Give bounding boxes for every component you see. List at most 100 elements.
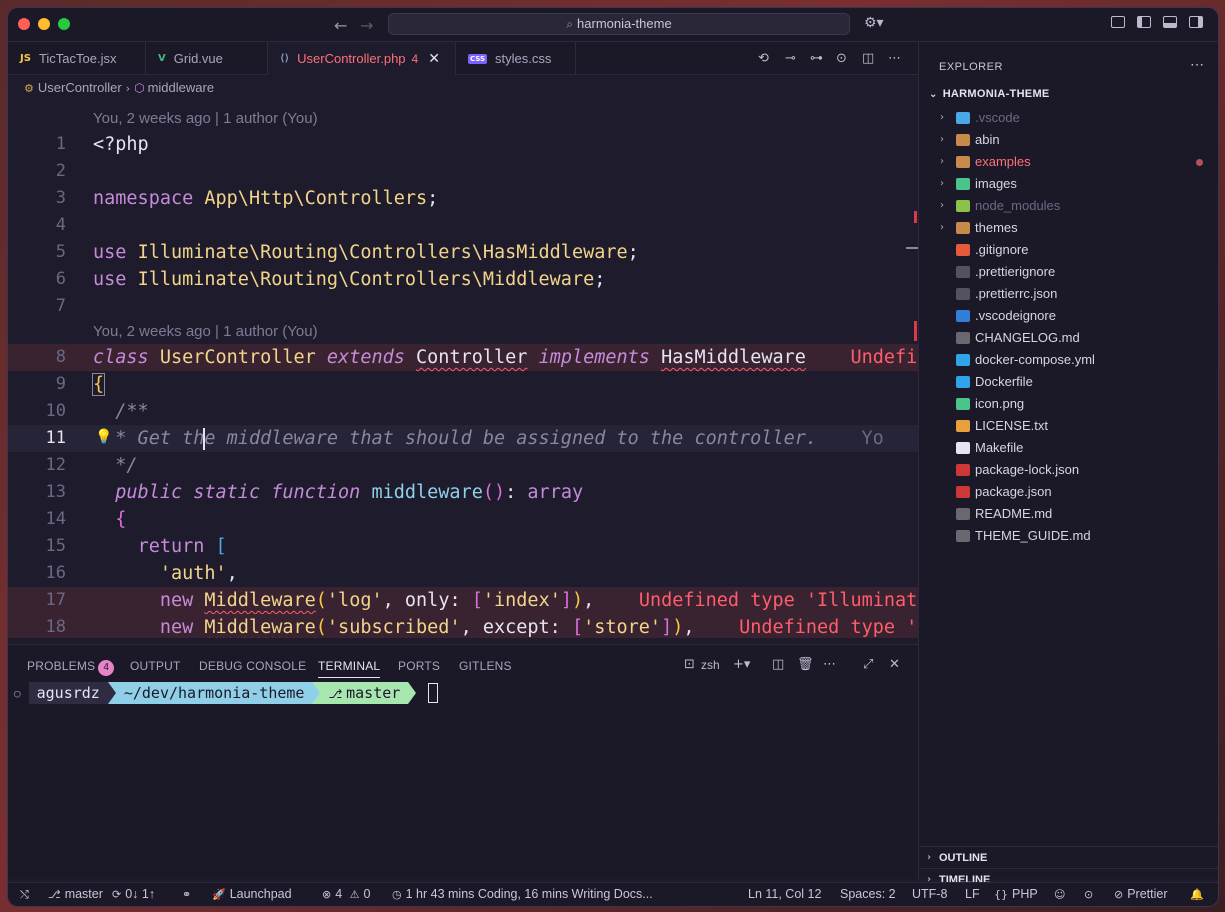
sidebar-title: EXPLORER xyxy=(939,61,1003,73)
tree-folder[interactable]: › node_modules xyxy=(919,195,1218,217)
new-terminal-icon[interactable]: +▾ xyxy=(733,657,750,672)
cursor-position[interactable]: Ln 11, Col 12 xyxy=(748,887,821,901)
tab-usercontroller[interactable]: ⟨⟩ UserController.php 4 ✕ xyxy=(268,42,456,75)
tab-label: Grid.vue xyxy=(173,51,223,66)
remote-icon[interactable]: ⤭ xyxy=(20,887,33,902)
more-actions-icon[interactable]: ⋯ xyxy=(1190,56,1204,73)
tree-file[interactable]: .gitignore xyxy=(919,239,1218,261)
tree-file[interactable]: .vscodeignore xyxy=(919,305,1218,327)
encoding[interactable]: UTF-8 xyxy=(912,887,947,901)
code-line: 7 xyxy=(55,296,66,316)
back-arrow-icon[interactable]: ← xyxy=(334,16,347,35)
tree-folder[interactable]: › .vscode xyxy=(919,107,1218,129)
trash-icon[interactable]: 🗑 xyxy=(797,657,814,672)
sync-indicator[interactable]: ⟳ 0↓ 1↑ xyxy=(112,887,155,901)
method-icon: ⬡ xyxy=(134,81,145,95)
tab-tictactoe[interactable]: JS TicTacToe.jsx xyxy=(8,42,146,75)
tree-folder[interactable]: › themes xyxy=(919,217,1218,239)
tab-problems[interactable]: PROBLEMS 4 xyxy=(27,659,115,676)
problems-indicator[interactable]: ⊗ 4 ⚠ 0 xyxy=(322,887,370,901)
graph-icon[interactable]: ⚭ xyxy=(182,887,195,901)
tree-file[interactable]: .prettierignore xyxy=(919,261,1218,283)
file-icon xyxy=(956,464,970,476)
breadcrumb-method[interactable]: middleware xyxy=(148,80,214,95)
language-mode[interactable]: {} PHP xyxy=(994,887,1038,901)
tree-file[interactable]: LICENSE.txt xyxy=(919,415,1218,437)
close-window-button[interactable] xyxy=(18,18,30,30)
split-editor-icon[interactable]: ◫ xyxy=(862,51,874,66)
tab-styles-css[interactable]: CSS styles.css xyxy=(456,42,576,75)
workspace-root[interactable]: ⌄ HARMONIA-THEME xyxy=(929,88,1050,100)
notifications-icon[interactable]: 🔔 xyxy=(1190,887,1208,901)
outline-section[interactable]: › OUTLINE xyxy=(919,846,1218,868)
css-file-icon: CSS xyxy=(468,53,488,64)
launchpad-button[interactable]: 🚀 Launchpad xyxy=(212,887,292,901)
git-compare-icon[interactable]: ⟲ xyxy=(758,51,769,66)
minimize-window-button[interactable] xyxy=(38,18,50,30)
folder-icon xyxy=(956,156,970,168)
indentation[interactable]: Spaces: 2 xyxy=(840,887,896,901)
tab-output[interactable]: OUTPUT xyxy=(130,659,181,673)
codelens-blame[interactable]: You, 2 weeks ago | 1 author (You) xyxy=(93,320,318,344)
run-icon[interactable]: ⊙ xyxy=(836,51,847,66)
maximize-panel-icon[interactable]: ⤢ xyxy=(863,657,873,672)
toggle-secondary-sidebar-icon[interactable] xyxy=(1189,16,1203,28)
file-icon xyxy=(956,354,970,366)
end-of-line[interactable]: LF xyxy=(965,887,980,901)
inline-diagnostic: Undefi xyxy=(850,347,918,368)
toggle-panel-icon[interactable] xyxy=(1163,16,1177,28)
code-line-current: 11 * Get the middleware that should be a… xyxy=(8,425,918,452)
tree-file[interactable]: package-lock.json xyxy=(919,459,1218,481)
code-line: 16 'auth', xyxy=(45,563,238,584)
tab-ports[interactable]: PORTS xyxy=(398,659,440,673)
more-actions-icon[interactable]: ⋯ xyxy=(888,51,901,66)
close-panel-icon[interactable]: ✕ xyxy=(889,657,900,672)
code-line-error: 18 new Middleware('subscribed', except: … xyxy=(8,614,918,638)
tree-file[interactable]: CHANGELOG.md xyxy=(919,327,1218,349)
breadcrumb-class[interactable]: UserController xyxy=(38,80,122,95)
git-commit-icon[interactable]: ⊸ xyxy=(785,51,796,66)
split-terminal-icon[interactable]: ◫ xyxy=(772,657,784,672)
close-icon[interactable]: ✕ xyxy=(428,51,440,67)
codelens-blame[interactable]: You, 2 weeks ago | 1 author (You) xyxy=(93,107,318,131)
tree-folder[interactable]: › abin xyxy=(919,129,1218,151)
tree-file[interactable]: Makefile xyxy=(919,437,1218,459)
git-next-icon[interactable]: ⊶ xyxy=(810,51,823,66)
wakatime-indicator[interactable]: ◷ 1 hr 43 mins Coding, 16 mins Writing Do… xyxy=(392,887,653,901)
inline-diagnostic: Undefined type ' xyxy=(739,617,918,638)
tab-gitlens[interactable]: GITLENS xyxy=(459,659,512,673)
terminal-prompt[interactable]: ○ agusrdz ~/dev/harmonia-theme ⎇ master xyxy=(14,681,439,705)
tab-debug-console[interactable]: DEBUG CONSOLE xyxy=(199,659,306,673)
lightbulb-icon[interactable]: 💡 xyxy=(95,429,112,445)
tree-folder[interactable]: › examples xyxy=(919,151,1218,173)
tree-file[interactable]: icon.png xyxy=(919,393,1218,415)
code-editor[interactable]: You, 2 weeks ago | 1 author (You) 1 <?php… xyxy=(8,101,918,638)
shell-name[interactable]: zsh xyxy=(701,658,720,672)
command-center-search[interactable]: ⌕ harmonia-theme xyxy=(388,13,850,35)
tree-item-label: examples xyxy=(975,154,1031,169)
toggle-primary-sidebar-icon[interactable] xyxy=(1137,16,1151,28)
tree-folder[interactable]: › images xyxy=(919,173,1218,195)
customize-layout-icon[interactable] xyxy=(1111,16,1125,28)
forward-arrow-icon[interactable]: → xyxy=(360,16,373,35)
tree-file[interactable]: THEME_GUIDE.md xyxy=(919,525,1218,547)
file-icon xyxy=(956,486,970,498)
file-icon xyxy=(956,442,970,454)
tree-file[interactable]: package.json xyxy=(919,481,1218,503)
zoom-window-button[interactable] xyxy=(58,18,70,30)
modified-dot-icon xyxy=(1196,159,1203,166)
tree-file[interactable]: Dockerfile xyxy=(919,371,1218,393)
prettier-status[interactable]: ⊘ Prettier xyxy=(1114,887,1168,901)
tab-grid-vue[interactable]: V Grid.vue xyxy=(146,42,268,75)
copilot-icon[interactable]: ⚙▾ xyxy=(864,15,884,31)
copilot-status-icon[interactable]: ☺ xyxy=(1054,887,1069,901)
run-status-icon[interactable]: ⊙ xyxy=(1084,887,1097,901)
more-actions-icon[interactable]: ⋯ xyxy=(823,657,836,672)
tab-terminal[interactable]: TERMINAL xyxy=(318,659,381,678)
tree-file[interactable]: docker-compose.yml xyxy=(919,349,1218,371)
tree-file[interactable]: README.md xyxy=(919,503,1218,525)
branch-indicator[interactable]: ⎇ master xyxy=(48,887,103,901)
problems-count-badge: 4 xyxy=(98,660,115,676)
tree-item-label: README.md xyxy=(975,506,1053,521)
tree-file[interactable]: .prettierrc.json xyxy=(919,283,1218,305)
